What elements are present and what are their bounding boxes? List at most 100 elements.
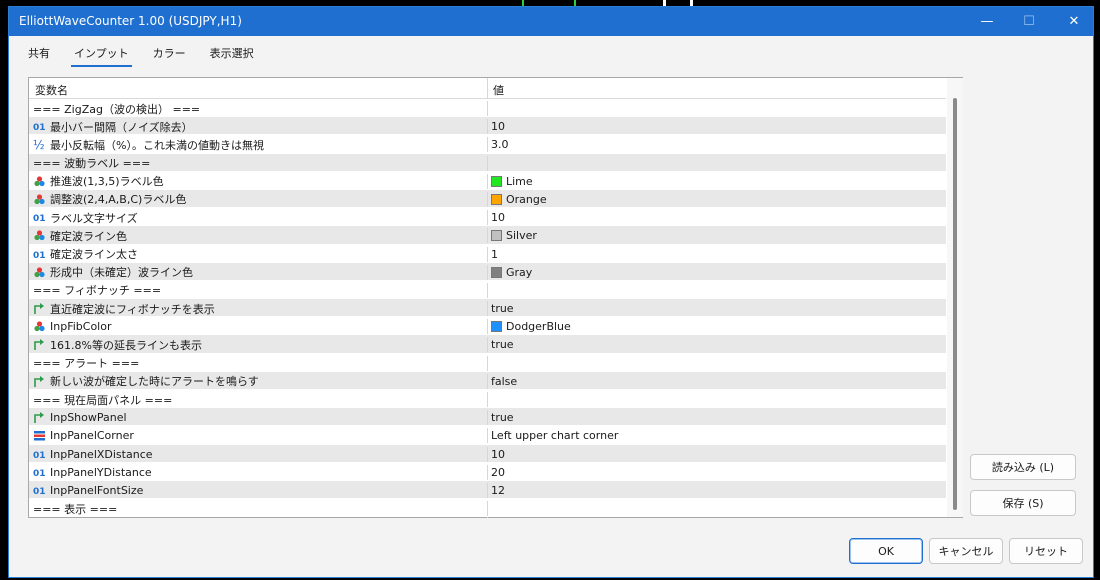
param-value[interactable]: true [491,338,514,351]
cancel-button[interactable]: キャンセル [929,538,1003,564]
svg-text:01: 01 [33,251,46,261]
param-name: 推進波(1,3,5)ラベル色 [50,175,164,189]
table-row[interactable]: 形成中（未確定）波ライン色 Gray [29,262,946,281]
color-swatch[interactable] [491,193,502,205]
int-icon: 01 [33,448,46,461]
param-value[interactable]: 1 [491,248,498,261]
table-row[interactable]: 新しい波が確定した時にアラートを鳴らす false [29,371,946,390]
save-button[interactable]: 保存 (S) [970,490,1076,516]
color-swatch[interactable] [491,175,502,187]
table-row[interactable]: === 現在局面パネル === [29,390,946,409]
tab-2[interactable]: カラー [150,43,189,67]
table-row[interactable]: 推進波(1,3,5)ラベル色 Lime [29,171,946,190]
param-value[interactable]: Left upper chart corner [491,429,618,442]
tab-1[interactable]: インプット [71,43,132,67]
load-button[interactable]: 読み込み (L) [970,454,1076,480]
param-value-cell[interactable]: Left upper chart corner [487,428,942,444]
table-row[interactable]: === 表示 === [29,499,946,518]
param-value-cell[interactable] [487,501,942,517]
table-row[interactable]: ½ 最小反転幅（%）。これ未満の値動きは無視 3.0 [29,135,946,154]
param-value-cell[interactable] [487,155,942,171]
param-name: InpPanelYDistance [50,465,152,479]
title-bar[interactable]: ElliottWaveCounter 1.00 (USDJPY,H1) — ☐ … [9,7,1093,36]
param-value-cell[interactable] [487,101,942,116]
param-name-cell: 161.8%等の延長ラインも表示 [33,337,483,352]
table-row[interactable]: === フィボナッチ === [29,280,946,300]
param-value[interactable]: 10 [491,120,505,133]
param-value-cell[interactable]: 10 [487,210,942,226]
param-value[interactable]: true [491,411,514,424]
param-value-cell[interactable]: DodgerBlue [487,319,942,335]
table-row[interactable]: 調整波(2,4,A,B,C)ラベル色 Orange [29,189,946,209]
scrollbar-thumb[interactable] [953,98,957,510]
param-name-cell: InpFibColor [33,319,483,334]
table-row[interactable]: InpFibColor DodgerBlue [29,317,946,336]
tab-3[interactable]: 表示選択 [207,43,257,67]
param-value[interactable]: false [491,375,517,388]
header-value[interactable]: 値 [493,82,504,98]
param-value-cell[interactable]: true [487,337,942,353]
table-row[interactable]: 01 InpPanelFontSize 12 [29,480,946,500]
param-value-cell[interactable] [487,282,942,298]
param-value[interactable]: Gray [506,266,532,279]
param-name-cell: InpShowPanel [33,410,483,425]
table-row[interactable]: 161.8%等の延長ラインも表示 true [29,335,946,354]
vertical-scrollbar[interactable] [947,78,963,517]
table-row[interactable]: === 波動ラベル === [29,153,946,172]
tab-0[interactable]: 共有 [25,43,53,67]
param-value-cell[interactable]: 12 [487,482,942,498]
param-name-cell: === 波動ラベル === [33,156,483,171]
param-value[interactable]: 10 [491,211,505,224]
param-value[interactable]: 20 [491,466,505,479]
param-value-cell[interactable]: 3.0 [487,137,942,153]
table-row[interactable]: 01 InpPanelYDistance 20 [29,462,946,481]
param-value-cell[interactable]: true [487,301,942,317]
param-value[interactable]: DodgerBlue [506,320,571,333]
param-value-cell[interactable]: Orange [487,191,942,207]
param-value-cell[interactable] [487,355,942,371]
param-value[interactable]: 3.0 [491,138,509,151]
table-row[interactable]: 01 最小バー間隔（ノイズ除去） 10 [29,117,946,136]
table-row[interactable]: 01 ラベル文字サイズ 10 [29,208,946,227]
param-value[interactable]: true [491,302,514,315]
param-value-cell[interactable]: true [487,410,942,426]
color-swatch[interactable] [491,321,502,333]
param-value-cell[interactable]: Lime [487,173,942,189]
param-value[interactable]: Orange [506,193,547,206]
table-row[interactable]: InpShowPanel true [29,408,946,427]
param-value-cell[interactable]: false [487,373,942,389]
param-name-cell: 調整波(2,4,A,B,C)ラベル色 [33,192,483,207]
ok-button[interactable]: OK [849,538,923,564]
param-value-cell[interactable] [487,392,942,407]
table-row[interactable]: 01 確定波ライン太さ 1 [29,244,946,263]
param-value[interactable]: Lime [506,175,533,188]
param-value-cell[interactable]: 20 [487,464,942,480]
param-value[interactable]: Silver [506,229,537,242]
maximize-button[interactable]: ☐ [1011,7,1047,36]
param-name: 直近確定波にフィボナッチを表示 [50,302,215,316]
param-value[interactable]: 10 [491,448,505,461]
table-row[interactable]: InpPanelCorner Left upper chart corner [29,426,946,445]
param-name-cell: 01 InpPanelFontSize [33,483,483,498]
table-row[interactable]: === ZigZag（波の検出） === [29,99,946,118]
header-name[interactable]: 変数名 [35,82,68,98]
table-row[interactable]: 直近確定波にフィボナッチを表示 true [29,299,946,318]
dialog-window: ElliottWaveCounter 1.00 (USDJPY,H1) — ☐ … [8,6,1094,578]
param-name: === フィボナッチ === [33,284,162,298]
table-row[interactable]: === アラート === [29,353,946,372]
color-swatch[interactable] [491,230,502,242]
minimize-button[interactable]: — [969,7,1005,36]
param-name-cell: 確定波ライン色 [33,228,483,243]
table-row[interactable]: 確定波ライン色 Silver [29,226,946,245]
close-button[interactable]: ✕ [1056,7,1092,36]
param-value-cell[interactable]: Gray [487,264,942,280]
param-value-cell[interactable]: 10 [487,446,942,462]
reset-button[interactable]: リセット [1009,538,1083,564]
param-value-cell[interactable]: 1 [487,246,942,262]
param-value-cell[interactable]: 10 [487,119,942,135]
table-row[interactable]: 01 InpPanelXDistance 10 [29,444,946,463]
param-value-cell[interactable]: Silver [487,228,942,244]
param-value[interactable]: 12 [491,484,505,497]
param-name-cell: 01 InpPanelXDistance [33,447,483,462]
color-swatch[interactable] [491,266,502,278]
